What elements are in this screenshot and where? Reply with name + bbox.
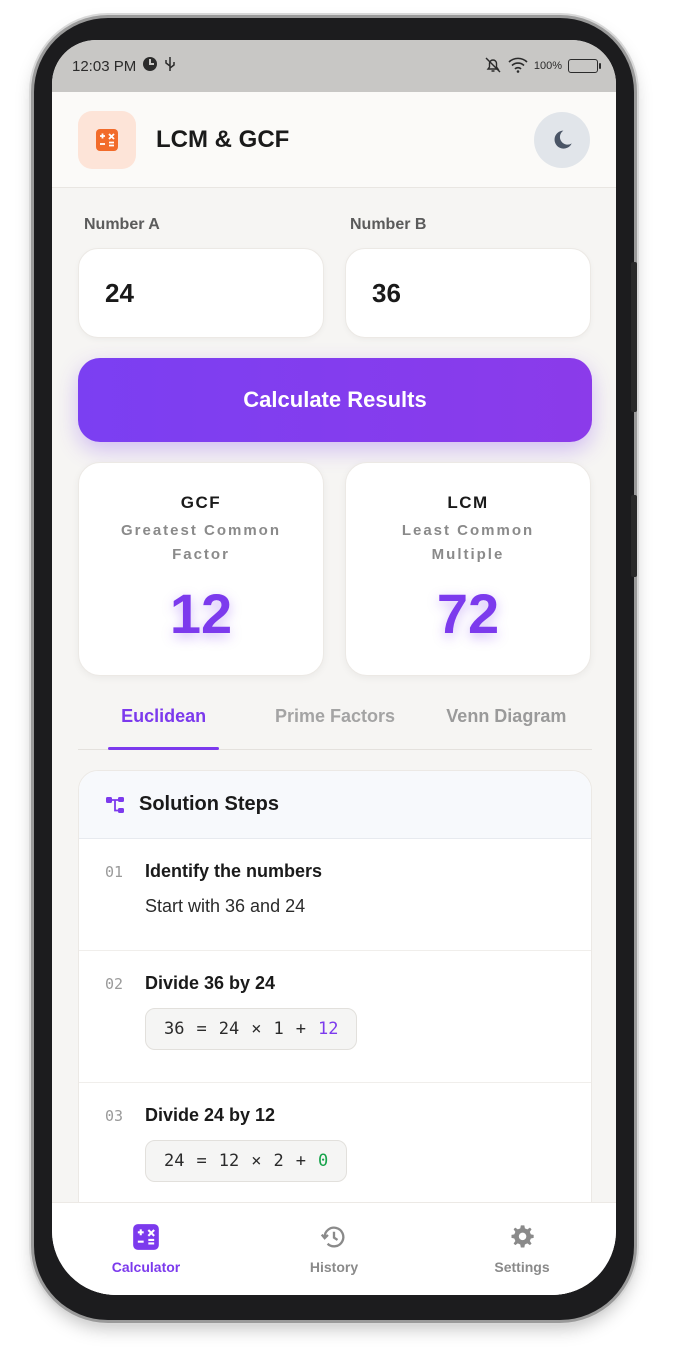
status-time: 12:03 PM: [72, 57, 137, 75]
nav-label: Calculator: [111, 1259, 181, 1275]
lcm-result-card: LCM Least Common Multiple 72: [345, 462, 591, 676]
step-description: Start with 36 and 24: [145, 896, 306, 916]
calculator-icon: [133, 1224, 159, 1250]
step-number: 01: [105, 863, 124, 881]
moon-icon: [554, 130, 572, 149]
step-title: Identify the numbers: [145, 861, 323, 881]
usb-icon: [164, 56, 176, 76]
nav-history[interactable]: History: [240, 1203, 428, 1295]
app-logo: [78, 110, 136, 169]
calculate-button[interactable]: Calculate Results: [78, 358, 592, 442]
step-title: Divide 24 by 12: [145, 1105, 276, 1125]
tab-euclidean[interactable]: Euclidean: [78, 692, 249, 750]
step-equation: 36 = 24 × 1 + 12: [145, 1008, 358, 1050]
notifications-off-icon: [484, 56, 502, 77]
step-item: 01 Identify the numbers Start with 36 an…: [79, 839, 591, 951]
theme-toggle-button[interactable]: [534, 111, 590, 168]
number-a-label: Number A: [84, 216, 160, 233]
step-equation: 24 = 12 × 2 + 0: [145, 1140, 348, 1182]
step-item: 02 Divide 36 by 24 36 = 24 × 1 + 12: [79, 951, 591, 1083]
steps-header: Solution Steps: [79, 771, 591, 839]
battery-icon: [568, 59, 601, 73]
phone-power-button: [631, 495, 637, 577]
number-b-label: Number B: [350, 216, 427, 233]
tree-structure-icon: [106, 796, 124, 813]
gcf-subtitle: Greatest Common Factor: [120, 522, 282, 563]
remainder-value: 12: [317, 1019, 339, 1039]
number-a-input[interactable]: 24: [78, 248, 324, 338]
method-tabs: Euclidean Prime Factors Venn Diagram: [78, 692, 592, 750]
gear-icon: [511, 1225, 534, 1248]
nav-calculator[interactable]: Calculator: [52, 1203, 240, 1295]
nav-label: History: [309, 1259, 359, 1275]
gcf-result-card: GCF Greatest Common Factor 12: [78, 462, 324, 676]
phone-screen: 12:03 PM 100% LCM & GCF Number A Number …: [52, 40, 616, 1295]
app-header: LCM & GCF: [52, 92, 616, 188]
gcf-title: GCF: [180, 493, 222, 512]
app-title: LCM & GCF: [156, 125, 290, 153]
status-bar: 12:03 PM 100%: [52, 40, 616, 92]
calculator-logo-icon: [96, 128, 118, 151]
battery-percent: 100%: [533, 60, 562, 72]
step-number: 02: [105, 975, 124, 993]
lcm-value: 72: [436, 582, 500, 645]
history-icon: [320, 1226, 345, 1248]
lcm-title: LCM: [447, 493, 489, 512]
wifi-icon: [508, 57, 528, 76]
nav-settings[interactable]: Settings: [428, 1203, 616, 1295]
lcm-subtitle: Least Common Multiple: [401, 522, 535, 563]
tab-venn-diagram[interactable]: Venn Diagram: [421, 692, 592, 749]
phone-volume-button: [631, 262, 637, 412]
steps-title: Solution Steps: [139, 793, 279, 815]
nav-label: Settings: [494, 1259, 550, 1275]
vpn-icon: [142, 56, 158, 76]
gcf-value: 12: [169, 582, 233, 645]
remainder-value: 0: [317, 1151, 329, 1171]
tab-prime-factors[interactable]: Prime Factors: [249, 692, 420, 749]
bottom-navigation: Calculator History Settings: [52, 1202, 616, 1295]
number-b-input[interactable]: 36: [345, 248, 591, 338]
step-title: Divide 36 by 24: [145, 973, 276, 993]
